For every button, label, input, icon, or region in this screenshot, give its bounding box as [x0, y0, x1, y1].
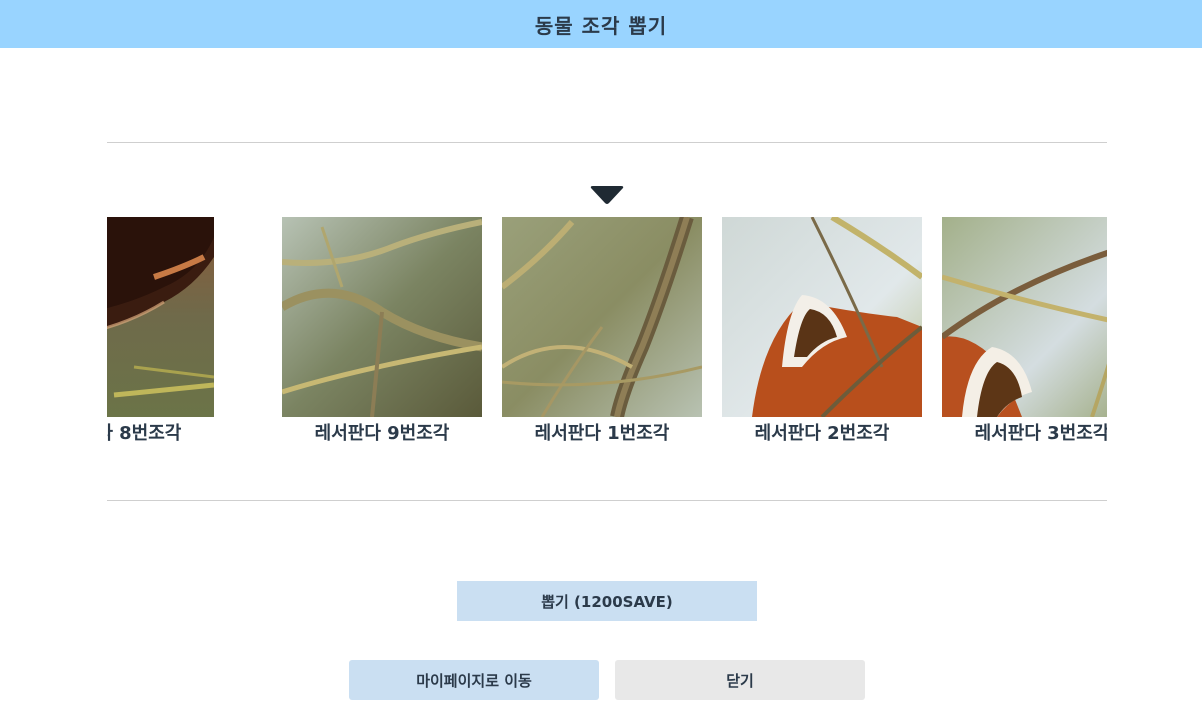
- piece-card: 레서판다 2번조각: [722, 217, 922, 445]
- piece-image: [942, 217, 1107, 417]
- go-to-mypage-button[interactable]: 마이페이지로 이동: [349, 660, 599, 700]
- close-button[interactable]: 닫기: [615, 660, 865, 700]
- piece-card: 레서판다 3번조각: [942, 217, 1107, 445]
- piece-card: 레서판다 8번조각: [107, 217, 214, 445]
- page-title: 동물 조각 뽑기: [534, 13, 668, 38]
- piece-label: 레서판다 3번조각: [974, 423, 1107, 444]
- piece-image: [282, 217, 482, 417]
- piece-label: 레서판다 8번조각: [107, 423, 182, 444]
- draw-button[interactable]: 뽑기 (1200SAVE): [457, 581, 757, 621]
- piece-card: 레서판다 1번조각: [502, 217, 702, 445]
- piece-image: [722, 217, 922, 417]
- bottom-divider: [107, 500, 1107, 501]
- piece-image: [502, 217, 702, 417]
- piece-image: [107, 217, 214, 417]
- piece-card: 레서판다 9번조각: [282, 217, 482, 445]
- piece-label: 레서판다 2번조각: [754, 423, 890, 444]
- piece-carousel[interactable]: 레서판다 8번조각 레서판다 9번조각: [107, 217, 1107, 457]
- top-divider: [107, 142, 1107, 143]
- selection-pointer-icon: [590, 186, 624, 204]
- piece-label: 레서판다 9번조각: [314, 423, 450, 444]
- header-bar: 동물 조각 뽑기: [0, 0, 1202, 48]
- piece-label: 레서판다 1번조각: [534, 423, 670, 444]
